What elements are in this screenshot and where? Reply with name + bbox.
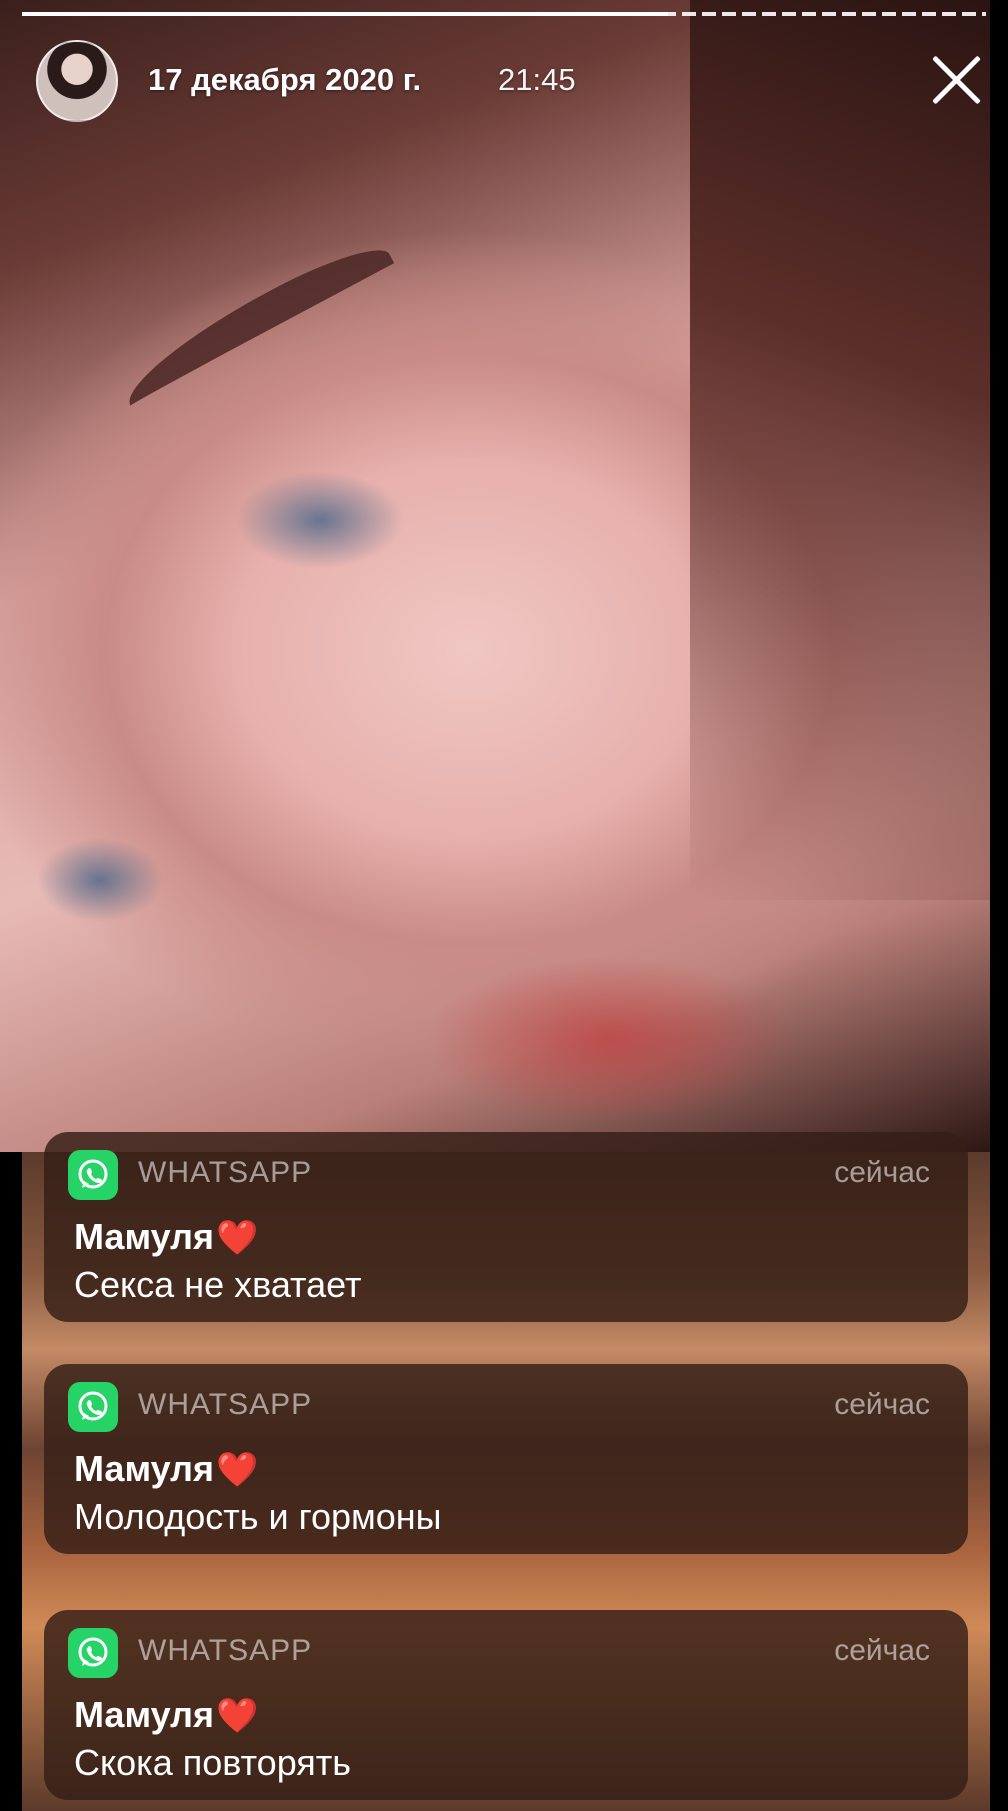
whatsapp-icon bbox=[68, 1150, 118, 1200]
notification-time: сейчас bbox=[834, 1634, 930, 1667]
notification-sender: Мамуля❤️ bbox=[74, 1216, 258, 1258]
notification-card[interactable]: WHATSAPP сейчас Мамуля❤️ Скока повторять bbox=[44, 1610, 968, 1800]
notification-message: Секса не хватает bbox=[74, 1264, 362, 1305]
avatar[interactable] bbox=[36, 40, 118, 122]
close-icon[interactable] bbox=[928, 52, 984, 108]
heart-icon: ❤️ bbox=[216, 1219, 259, 1257]
sender-name: Мамуля bbox=[74, 1216, 215, 1257]
notification-message: Молодость и гормоны bbox=[74, 1496, 442, 1537]
story-photo[interactable] bbox=[0, 0, 990, 1152]
notification-time: сейчас bbox=[834, 1388, 930, 1421]
notification-app-name: WHATSAPP bbox=[138, 1156, 313, 1189]
notification-time: сейчас bbox=[834, 1156, 930, 1189]
story-date: 17 декабря 2020 г. bbox=[148, 62, 422, 97]
notification-card[interactable]: WHATSAPP сейчас Мамуля❤️ Молодость и гор… bbox=[44, 1364, 968, 1554]
sender-name: Мамуля bbox=[74, 1448, 215, 1489]
story-photo-hair bbox=[690, 0, 990, 900]
heart-icon: ❤️ bbox=[216, 1451, 259, 1489]
whatsapp-icon bbox=[68, 1382, 118, 1432]
notification-card[interactable]: WHATSAPP сейчас Мамуля❤️ Секса не хватае… bbox=[44, 1132, 968, 1322]
notification-app-name: WHATSAPP bbox=[138, 1388, 313, 1421]
notification-app-name: WHATSAPP bbox=[138, 1634, 313, 1667]
story-photo-brow bbox=[113, 233, 407, 427]
notification-sender: Мамуля❤️ bbox=[74, 1448, 258, 1490]
whatsapp-icon bbox=[68, 1628, 118, 1678]
story-progress-bar bbox=[22, 12, 668, 16]
story-viewer: 17 декабря 2020 г. 21:45 WHATSAPP сейчас… bbox=[0, 0, 1008, 1811]
sender-name: Мамуля bbox=[74, 1694, 215, 1735]
heart-icon: ❤️ bbox=[216, 1697, 259, 1735]
notification-message: Скока повторять bbox=[74, 1742, 352, 1783]
notification-sender: Мамуля❤️ bbox=[74, 1694, 258, 1736]
story-time: 21:45 bbox=[498, 62, 576, 97]
